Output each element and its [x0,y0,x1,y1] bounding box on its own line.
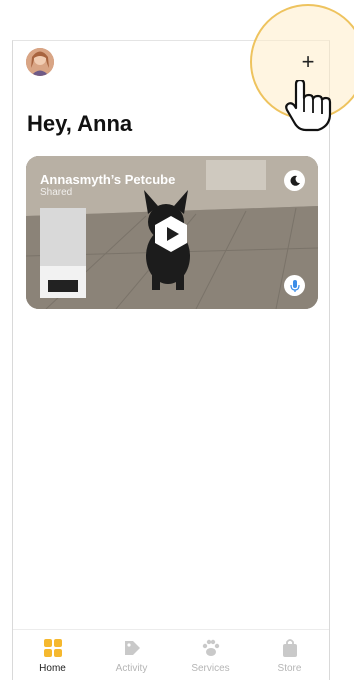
play-icon[interactable] [154,215,188,253]
shopping-bag-icon [282,639,297,657]
app-screen: Hey, Anna Annasmyth’s Petcube Shared Hom… [12,40,330,682]
moon-icon [290,175,300,186]
microphone-icon [289,279,300,292]
night-mode-button[interactable] [284,170,305,191]
tab-label-store: Store [277,663,302,674]
avatar[interactable] [26,48,54,76]
tab-label-home: Home [39,663,66,674]
paw-icon [202,639,219,656]
camera-status: Shared [40,187,73,198]
tab-activity[interactable]: Activity [92,630,171,682]
tab-store[interactable]: Store [250,630,329,682]
tab-label-services: Services [191,663,230,674]
user-avatar-icon [26,48,54,76]
camera-card[interactable]: Annasmyth’s Petcube Shared [26,156,318,309]
add-device-button[interactable]: + [294,48,322,76]
home-grid-icon [43,639,62,657]
activity-tag-icon [124,641,140,655]
tab-home[interactable]: Home [13,630,92,682]
microphone-button[interactable] [284,275,305,296]
hand-pointer-icon [285,80,332,132]
tab-label-activity: Activity [115,663,148,674]
tab-services[interactable]: Services [171,630,250,682]
bottom-tab-bar: Home Activity Services Store [13,629,329,682]
camera-name: Annasmyth’s Petcube [40,172,176,187]
page-title: Hey, Anna [27,111,133,136]
